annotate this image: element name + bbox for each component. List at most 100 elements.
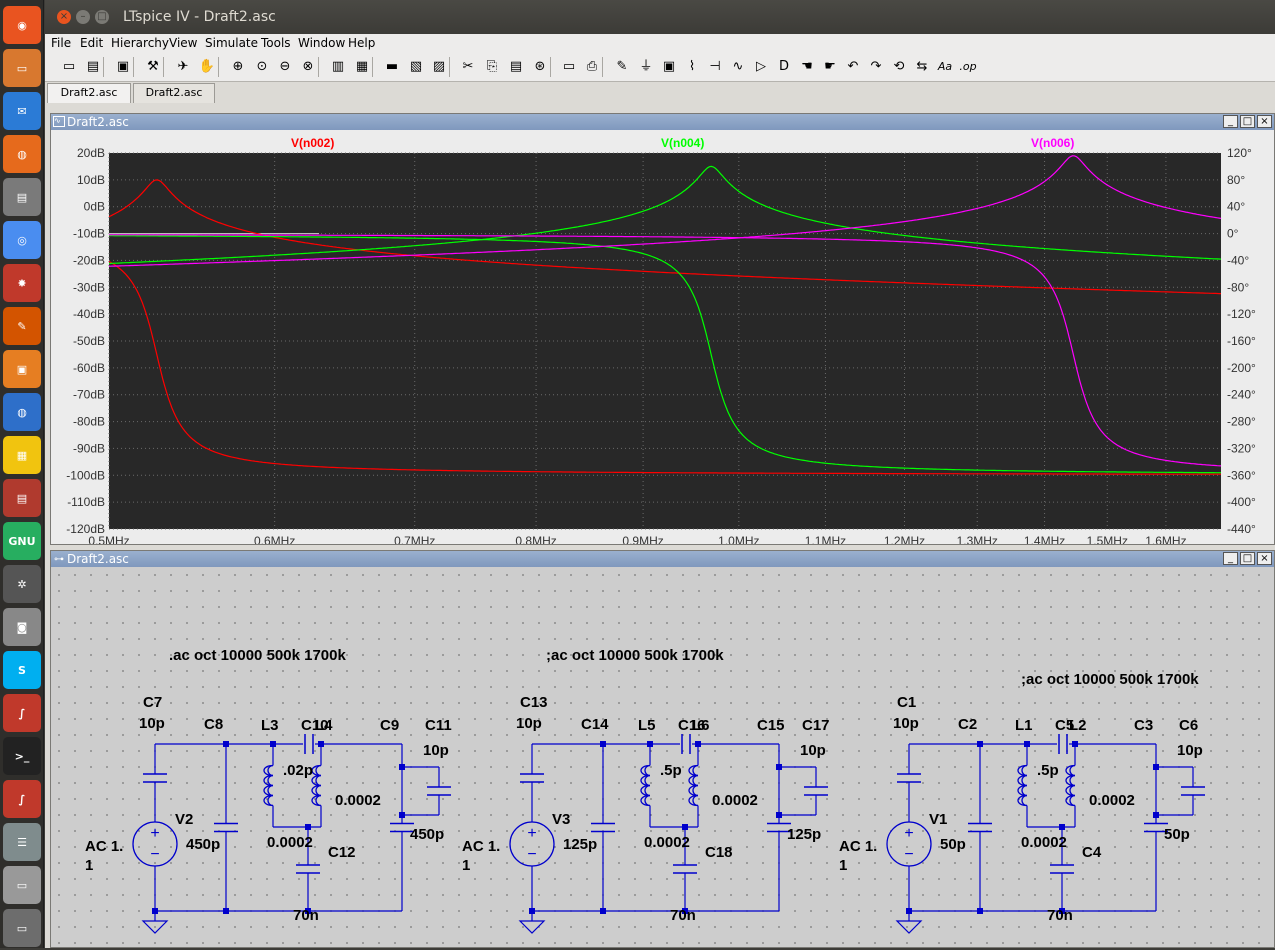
move-icon[interactable]: ☚ xyxy=(797,57,817,77)
value-voltage-source-amplitude[interactable]: 1 xyxy=(839,857,847,874)
value-inductor-a[interactable]: 0.0002 xyxy=(267,834,313,851)
resistor-icon[interactable]: ⌇ xyxy=(682,57,702,77)
schematic-minimize-button[interactable]: _ xyxy=(1223,552,1238,565)
value-coupling-cap[interactable]: .5p xyxy=(660,762,682,779)
cut-icon[interactable]: ✂ xyxy=(458,57,478,77)
label-output-cap[interactable]: C9 xyxy=(380,717,399,734)
value-parallel-cap[interactable]: 125p xyxy=(563,836,597,853)
zoom-in-icon[interactable]: ⊕ xyxy=(228,57,248,77)
value-inductor-a[interactable]: 0.0002 xyxy=(644,834,690,851)
cancel-zoom-icon[interactable]: ⊗ xyxy=(298,57,318,77)
label-parallel-cap[interactable]: C2 xyxy=(958,716,977,733)
copy-icon[interactable]: ⎘ xyxy=(482,57,502,77)
label-net-icon[interactable]: ▣ xyxy=(659,57,679,77)
close-button[interactable]: × xyxy=(57,10,71,24)
window-icon[interactable]: ▭ xyxy=(3,866,41,904)
label-inductor-b[interactable]: L2 xyxy=(1069,717,1087,734)
text-icon[interactable]: Aa xyxy=(935,57,955,77)
run-icon[interactable]: ✈ xyxy=(173,57,193,77)
value-output-cap[interactable]: 450p xyxy=(410,826,444,843)
spice-directive[interactable]: ;ac oct 10000 500k 1700k xyxy=(1021,671,1199,688)
tab-draft2-plot[interactable]: Draft2.asc xyxy=(133,83,215,103)
value-inductor-b[interactable]: 0.0002 xyxy=(712,792,758,809)
value-input-cap[interactable]: 10p xyxy=(893,715,919,732)
label-inductor-b[interactable]: L4 xyxy=(315,717,333,734)
value-coupling-cap[interactable]: .02p xyxy=(283,762,313,779)
redo-icon[interactable]: ↷ xyxy=(866,57,886,77)
menu-window[interactable]: Window xyxy=(298,36,345,50)
ground-symbol[interactable] xyxy=(141,920,169,934)
label-inductor-a[interactable]: L3 xyxy=(261,717,279,734)
value-voltage-source-amplitude[interactable]: 1 xyxy=(85,857,93,874)
pane-close-button[interactable]: × xyxy=(1257,115,1272,128)
legend-V(n006)[interactable]: V(n006) xyxy=(1031,136,1074,150)
waveform-pane-title[interactable]: ∿ Draft2.asc _ □ × xyxy=(51,114,1274,130)
ground-symbol[interactable] xyxy=(518,920,546,934)
schematic-close-button[interactable]: × xyxy=(1257,552,1272,565)
settings-manager-icon[interactable]: ☰ xyxy=(3,823,41,861)
autorange-icon[interactable]: ▥ xyxy=(328,57,348,77)
print-preview-icon[interactable]: ▭ xyxy=(559,57,579,77)
title-bar[interactable]: × – □ LTspice IV - Draft2.asc xyxy=(45,0,1275,34)
menu-edit[interactable]: Edit xyxy=(80,36,103,50)
ubuntu-software-icon[interactable]: ▣ xyxy=(3,350,41,388)
value-voltage-source[interactable]: AC 1. xyxy=(839,838,877,855)
cards-game-icon[interactable]: ▤ xyxy=(3,479,41,517)
spice-directive[interactable]: ;ac oct 10000 500k 1700k xyxy=(546,647,724,664)
schematic-canvas[interactable]: + − .ac oct 10000 500k 1700k C7 10p C8 L3 C10 L4… xyxy=(51,567,1274,947)
waveform-plot[interactable]: 0.5MHz 0.6MHz 0.7MHz 0.8MHz 0.9MHz 1.0MHz 1.1M… xyxy=(51,130,1274,548)
find-icon[interactable]: ⊛ xyxy=(530,57,550,77)
paste-icon[interactable]: ▤ xyxy=(506,57,526,77)
skype-icon[interactable]: S xyxy=(3,651,41,689)
value-shunt-cap[interactable]: 70n xyxy=(1047,907,1073,924)
legend-V(n002)[interactable]: V(n002) xyxy=(291,136,334,150)
label-input-cap[interactable]: C13 xyxy=(520,694,548,711)
menu-help[interactable]: Help xyxy=(348,36,375,50)
halt-icon[interactable]: ✋ xyxy=(197,57,217,77)
add-trace-icon[interactable]: ▦ xyxy=(352,57,372,77)
minimize-button[interactable]: – xyxy=(76,10,90,24)
menu-hierarchy[interactable]: Hierarchy xyxy=(111,36,169,50)
menu-tools[interactable]: Tools xyxy=(261,36,291,50)
label-load-cap[interactable]: C6 xyxy=(1179,717,1198,734)
tile-vertical-icon[interactable]: ▨ xyxy=(429,57,449,77)
label-voltage-source[interactable]: V3 xyxy=(552,811,570,828)
tile-horizontal-icon[interactable]: ▬ xyxy=(382,57,402,77)
gnu-icon[interactable]: GNU xyxy=(3,522,41,560)
schematic-svg[interactable]: +−.ac oct 10000 500k 1700kC710p C8 L3 C10L4… xyxy=(51,567,1274,947)
label-output-cap[interactable]: C3 xyxy=(1134,717,1153,734)
spice-directive-icon[interactable]: .op xyxy=(958,57,978,77)
label-voltage-source[interactable]: V2 xyxy=(175,811,193,828)
control-panel-icon[interactable]: ⚒ xyxy=(143,57,163,77)
value-voltage-source-amplitude[interactable]: 1 xyxy=(462,857,470,874)
new-schematic-icon[interactable]: ▭ xyxy=(59,57,79,77)
disk-usage-icon[interactable]: ▤ xyxy=(3,178,41,216)
gear-icon[interactable]: ✲ xyxy=(3,565,41,603)
open-icon[interactable]: ▤ xyxy=(83,57,103,77)
files-icon[interactable]: ▭ xyxy=(3,49,41,87)
maximize-button[interactable]: □ xyxy=(95,10,109,24)
value-output-cap[interactable]: 50p xyxy=(1164,826,1190,843)
drag-icon[interactable]: ☛ xyxy=(820,57,840,77)
ltspice-icon-2[interactable]: ∫ xyxy=(3,780,41,818)
cascade-icon[interactable]: ▧ xyxy=(406,57,426,77)
value-shunt-cap[interactable]: 70n xyxy=(670,907,696,924)
value-input-cap[interactable]: 10p xyxy=(516,715,542,732)
label-inductor-a[interactable]: L1 xyxy=(1015,717,1033,734)
menu-view[interactable]: View xyxy=(169,36,197,50)
capacitor-icon[interactable]: ⊣ xyxy=(705,57,725,77)
zoom-to-fit-icon[interactable]: ⊙ xyxy=(252,57,272,77)
tab-draft2-schematic[interactable]: Draft2.asc xyxy=(47,83,131,103)
value-voltage-source[interactable]: AC 1. xyxy=(85,838,123,855)
spice-directive[interactable]: .ac oct 10000 500k 1700k xyxy=(169,647,346,664)
value-parallel-cap[interactable]: 450p xyxy=(186,836,220,853)
schematic-restore-button[interactable]: □ xyxy=(1240,552,1255,565)
undo-icon[interactable]: ↶ xyxy=(843,57,863,77)
diode-icon[interactable]: ▷ xyxy=(751,57,771,77)
value-input-cap[interactable]: 10p xyxy=(139,715,165,732)
chrome-icon[interactable]: ◎ xyxy=(3,221,41,259)
settings-icon[interactable]: ✎ xyxy=(3,307,41,345)
inductor-icon[interactable]: ∿ xyxy=(728,57,748,77)
schematic-pane-title[interactable]: ⊶ Draft2.asc _ □ × xyxy=(51,551,1274,567)
label-parallel-cap[interactable]: C14 xyxy=(581,716,609,733)
